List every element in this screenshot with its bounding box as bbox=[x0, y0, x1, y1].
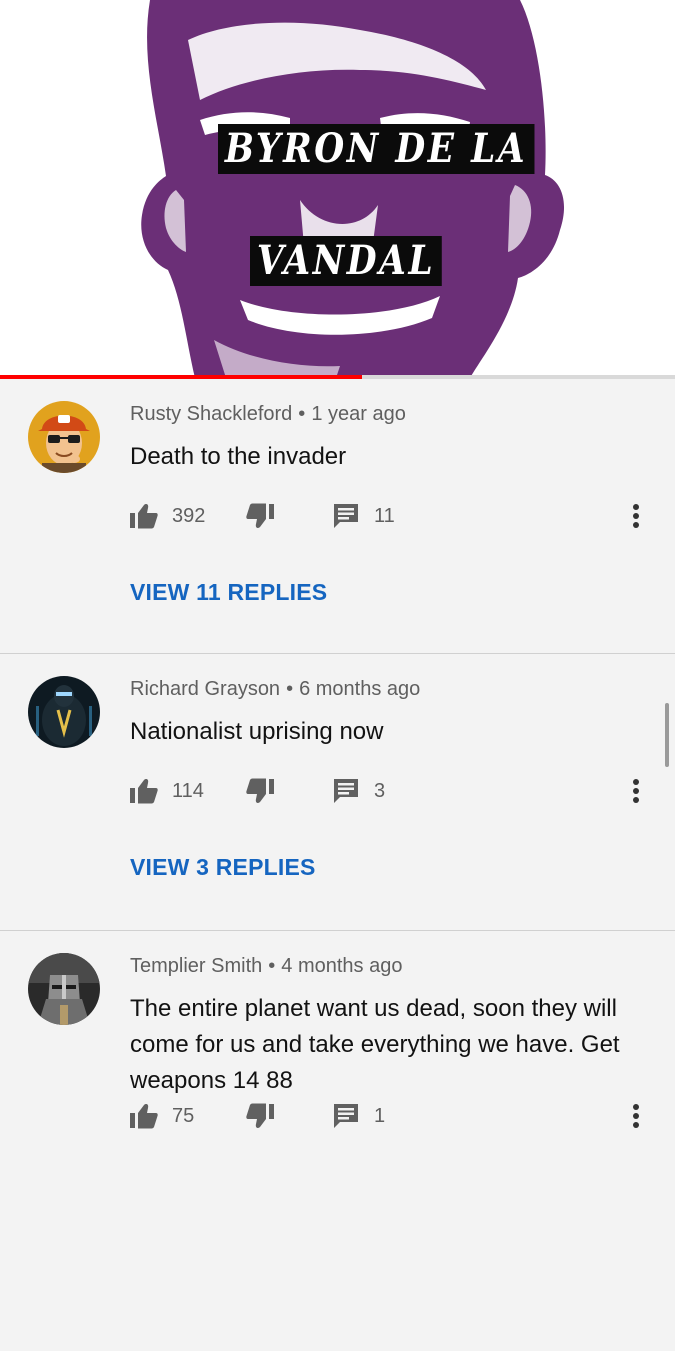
comment-item: Richard Grayson • 6 months ago Nationalist… bbox=[0, 654, 675, 931]
thumbs-up-icon bbox=[130, 504, 158, 529]
avatar[interactable] bbox=[28, 401, 100, 473]
comment-author[interactable]: Templier Smith bbox=[130, 955, 262, 977]
like-button[interactable]: 114 bbox=[130, 776, 204, 806]
more-vert-icon bbox=[633, 504, 639, 528]
reply-count: 1 bbox=[374, 1104, 386, 1127]
comment-actions: 114 3 bbox=[130, 776, 660, 806]
thumbs-down-icon bbox=[246, 1103, 274, 1128]
comment-item: Rusty Shackleford • 1 year ago Death to th… bbox=[0, 379, 675, 654]
comment-meta: Rusty Shackleford • 1 year ago bbox=[130, 403, 406, 426]
reply-button[interactable]: 3 bbox=[332, 776, 385, 806]
meta-separator: • bbox=[286, 678, 294, 700]
more-vert-icon bbox=[633, 779, 639, 803]
like-button[interactable]: 75 bbox=[130, 1101, 194, 1131]
reply-button[interactable]: 1 bbox=[332, 1101, 385, 1131]
more-vert-icon bbox=[633, 1104, 639, 1128]
cartoon-man-cap-avatar-icon bbox=[28, 401, 100, 473]
comment-item: Templier Smith • 4 months ago The entire p… bbox=[0, 931, 675, 1351]
view-replies-link[interactable]: VIEW 3 REPLIES bbox=[130, 854, 316, 881]
avatar[interactable] bbox=[28, 953, 100, 1025]
reply-comment-icon bbox=[334, 779, 358, 803]
comments-list: Rusty Shackleford • 1 year ago Death to th… bbox=[0, 379, 675, 1351]
comment-time: 4 months ago bbox=[281, 955, 403, 977]
more-options-button[interactable] bbox=[632, 1101, 640, 1131]
avatar[interactable] bbox=[28, 676, 100, 748]
comment-text: The entire planet want us dead, soon the… bbox=[130, 995, 620, 1094]
dislike-button[interactable] bbox=[246, 1101, 274, 1131]
like-count: 114 bbox=[172, 779, 204, 802]
comment-author[interactable]: Richard Grayson bbox=[130, 678, 280, 700]
thumbs-up-icon bbox=[130, 779, 158, 804]
reply-button[interactable]: 11 bbox=[332, 501, 395, 531]
like-count: 75 bbox=[172, 1104, 195, 1127]
more-options-button[interactable] bbox=[632, 776, 640, 806]
reply-count: 3 bbox=[374, 779, 386, 802]
comment-text: Death to the invader bbox=[130, 443, 347, 470]
comment-author[interactable]: Rusty Shackleford bbox=[130, 403, 292, 425]
comment-meta: Templier Smith • 4 months ago bbox=[130, 955, 402, 978]
thumbs-down-icon bbox=[246, 503, 274, 528]
video-thumbnail bbox=[0, 0, 675, 378]
video-title-line-1: BYRON DE LA bbox=[218, 124, 535, 174]
view-replies-link[interactable]: VIEW 11 REPLIES bbox=[130, 579, 327, 606]
comment-time: 1 year ago bbox=[311, 403, 406, 425]
video-player[interactable]: BYRON DE LA VANDAL bbox=[0, 0, 675, 378]
meta-separator: • bbox=[268, 955, 276, 977]
like-count: 392 bbox=[172, 504, 206, 527]
video-title-line-2: VANDAL bbox=[250, 236, 443, 286]
scrollbar-thumb[interactable] bbox=[665, 703, 669, 767]
comment-meta: Richard Grayson • 6 months ago bbox=[130, 678, 420, 701]
dislike-button[interactable] bbox=[246, 776, 274, 806]
knight-helmet-avatar-icon bbox=[28, 953, 100, 1025]
meta-separator: • bbox=[298, 403, 306, 425]
reply-count: 11 bbox=[374, 504, 395, 527]
more-options-button[interactable] bbox=[632, 501, 640, 531]
dark-figure-avatar-icon bbox=[28, 676, 100, 748]
reply-comment-icon bbox=[334, 504, 358, 528]
comment-actions: 392 11 bbox=[130, 501, 660, 531]
dislike-button[interactable] bbox=[246, 501, 274, 531]
comment-text: Nationalist uprising now bbox=[130, 718, 384, 745]
thumbs-up-icon bbox=[130, 1104, 158, 1129]
thumbs-down-icon bbox=[246, 778, 274, 803]
comment-time: 6 months ago bbox=[299, 678, 421, 700]
like-button[interactable]: 392 bbox=[130, 501, 205, 531]
comment-actions: 75 1 bbox=[130, 1101, 660, 1131]
reply-comment-icon bbox=[334, 1104, 358, 1128]
